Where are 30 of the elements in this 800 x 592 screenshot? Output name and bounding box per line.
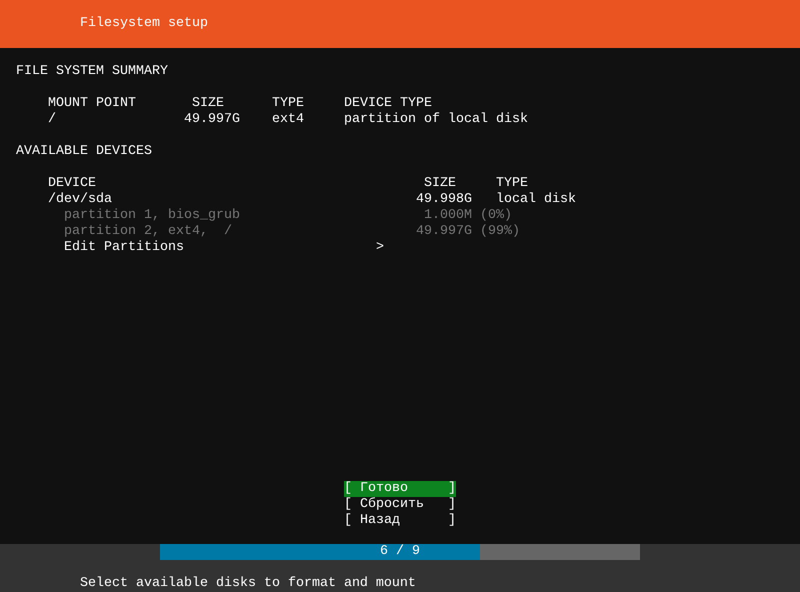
- table-cell-text: ext4: [272, 112, 305, 128]
- table-cell: (99%): [480, 224, 520, 240]
- column-header: SIZE: [424, 176, 457, 192]
- chevron-icon[interactable]: >: [376, 240, 384, 256]
- table-cell: 49.997G: [416, 224, 472, 240]
- progress-label: 6 / 9: [380, 544, 420, 560]
- page-title: Filesystem setup: [80, 16, 208, 32]
- column-header: SIZE: [191, 96, 225, 112]
- table-cell: partition of local disk: [344, 112, 528, 128]
- device-name[interactable]: /dev/sda: [48, 192, 416, 208]
- table-cell: (0%): [480, 208, 512, 224]
- column-header: DEVICE: [48, 176, 97, 192]
- table-cell-text: 49.997G: [183, 112, 240, 128]
- partition-name: partition 1, bios_grub: [64, 208, 241, 224]
- column-header: TYPE: [496, 176, 528, 192]
- table-cell-text: 1.000M: [423, 208, 472, 224]
- section-heading: FILE SYSTEM SUMMARY: [16, 64, 168, 80]
- column-header: DEVICE TYPE: [344, 96, 432, 112]
- table-cell: local disk: [496, 192, 576, 208]
- column-header: TYPE: [272, 96, 305, 112]
- partition-name: partition 2, ext4, /: [64, 224, 233, 240]
- table-cell-text: /: [48, 112, 57, 128]
- section-heading: AVAILABLE DEVICES: [16, 144, 152, 160]
- status-text: Select available disks to format and mount: [80, 576, 416, 592]
- menu-button[interactable]: [ Назад ]: [344, 513, 456, 529]
- edit-partitions-link[interactable]: Edit Partitions: [64, 240, 376, 256]
- table-cell: 49.998G: [416, 192, 472, 208]
- column-header: MOUNT POINT: [48, 96, 137, 112]
- menu-button[interactable]: [ Готово ]: [344, 481, 456, 497]
- menu-button[interactable]: [ Сбросить ]: [344, 497, 456, 513]
